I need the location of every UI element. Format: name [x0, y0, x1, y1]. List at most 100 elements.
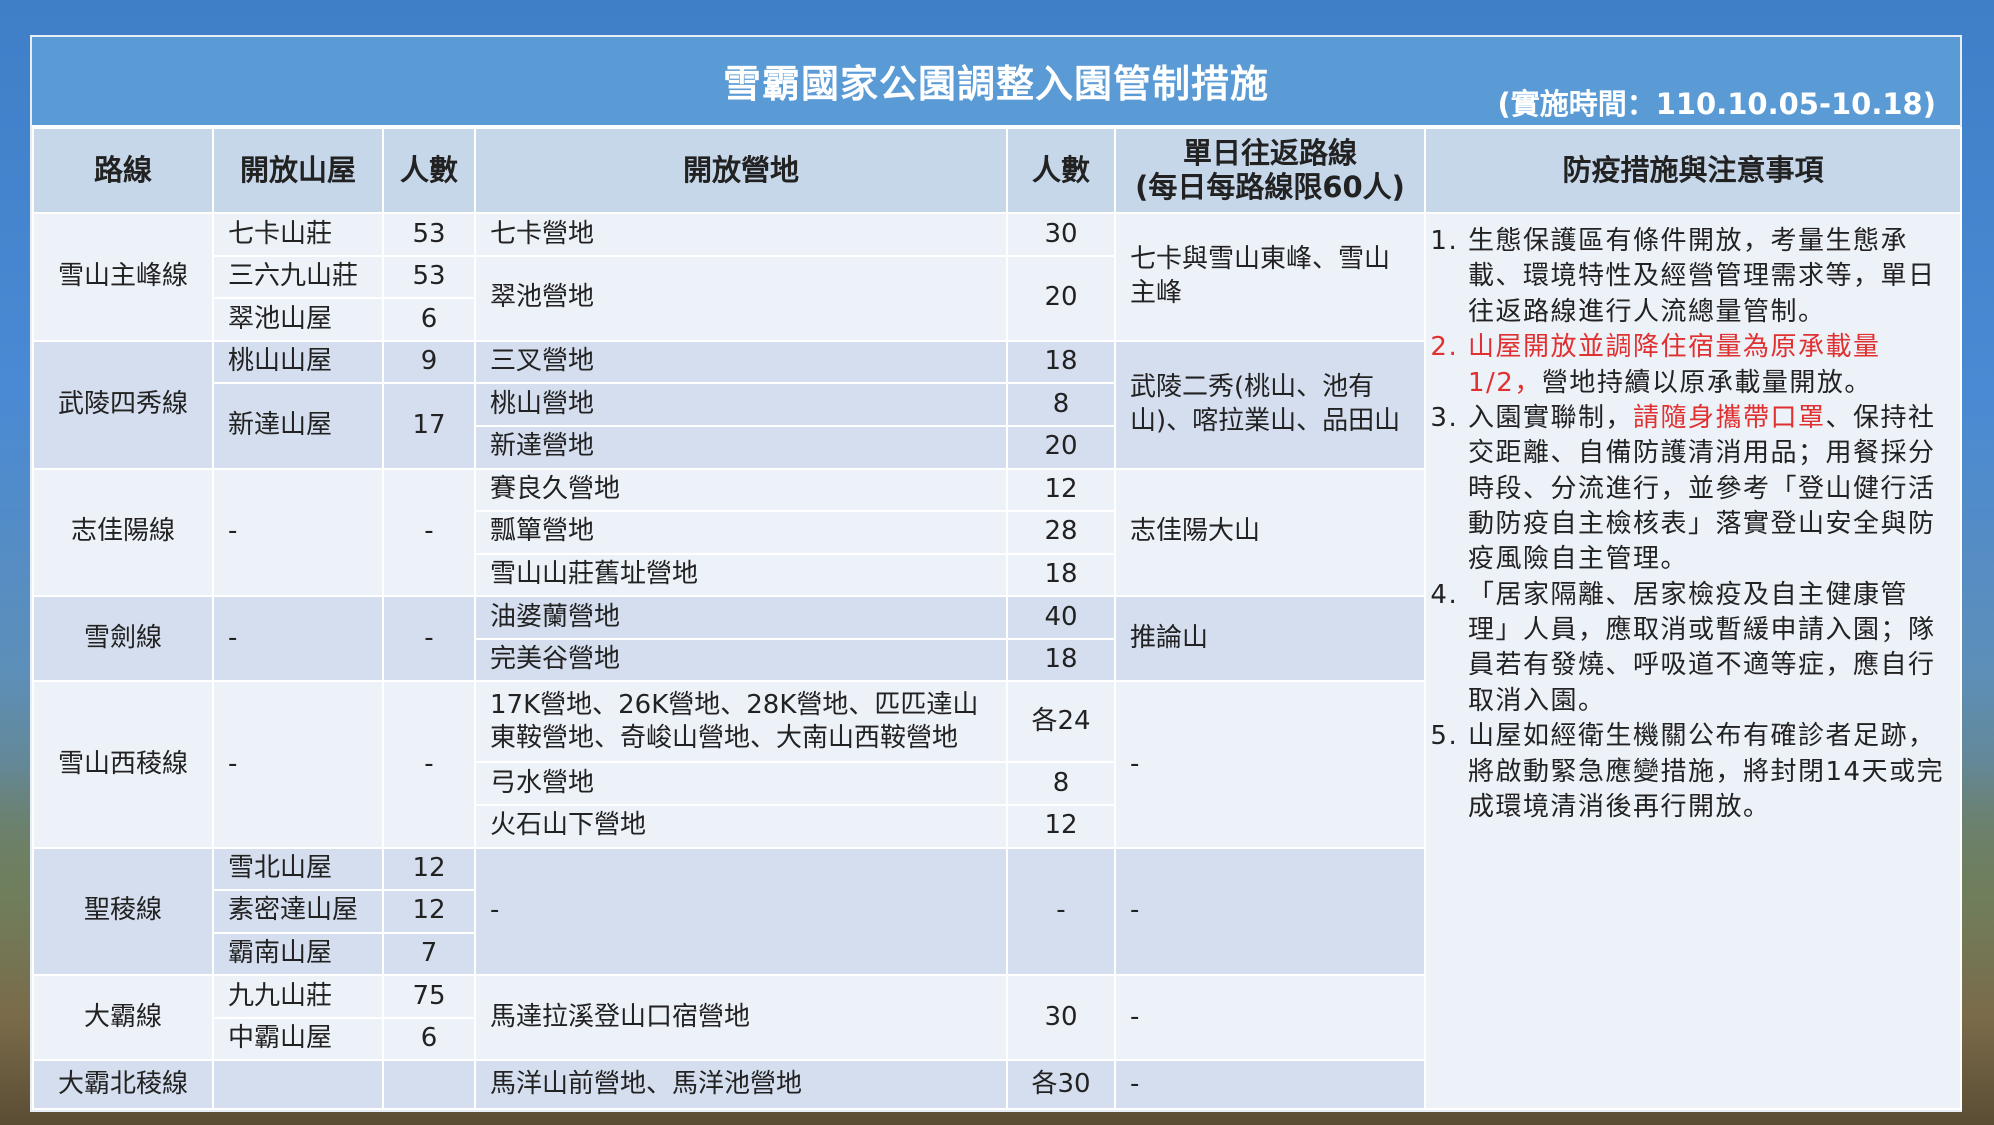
header-camp: 開放營地 — [474, 126, 1008, 215]
route-name: 雪山西稜線 — [32, 680, 214, 849]
camp-name: 新達營地 — [474, 424, 1008, 470]
camp-count: 8 — [1006, 382, 1116, 427]
camp-name: 馬達拉溪登山口宿營地 — [474, 974, 1008, 1062]
route-name: 大霸線 — [32, 974, 214, 1062]
day-trip: 武陵二秀(桃山、池有山)、喀拉業山、品田山 — [1114, 339, 1426, 470]
header-hut-count: 人數 — [382, 126, 476, 215]
note-text: 入園實聯制， — [1468, 402, 1634, 433]
header-route: 路線 — [32, 126, 214, 215]
table-row: 雪山主峰線 七卡山莊 53 七卡營地 30 七卡與雪山東峰、雪山主峰 生態保護區… — [32, 212, 1962, 1110]
day-trip: - — [1114, 680, 1426, 849]
hut-count: 75 — [382, 974, 476, 1019]
hut-name: 翠池山屋 — [212, 297, 384, 342]
header-day-trip-line1: 單日往返路線 — [1182, 136, 1357, 171]
hut-name: - — [212, 680, 384, 849]
hut-count: 6 — [382, 1016, 476, 1062]
hut-count: - — [382, 680, 476, 849]
camp-count: 12 — [1006, 803, 1116, 849]
day-trip: - — [1114, 1059, 1426, 1110]
header-day-trip-line2: (每日每路線限60人) — [1135, 169, 1405, 204]
route-name: 武陵四秀線 — [32, 339, 214, 470]
hut-name — [212, 1059, 384, 1110]
regulation-table: 路線 開放山屋 人數 開放營地 人數 單日往返路線 (每日每路線限60人) 防疫… — [32, 126, 1962, 1110]
camp-name: 完美谷營地 — [474, 637, 1008, 683]
note-text: 營地持續以原承載量開放。 — [1541, 367, 1872, 398]
camp-count: 20 — [1006, 254, 1116, 342]
hut-count: 6 — [382, 297, 476, 342]
day-trip: - — [1114, 974, 1426, 1062]
hut-name: 桃山山屋 — [212, 339, 384, 385]
notes-cell: 生態保護區有條件開放，考量生態承載、環境特性及經營管理需求等，單日往返路線進行人… — [1424, 212, 1962, 1110]
hut-count: 12 — [382, 889, 476, 934]
camp-count: 12 — [1006, 467, 1116, 513]
note-text: 生態保護區有條件開放，考量生態承載、環境特性及經營管理需求等，單日往返路線進行人… — [1468, 226, 1936, 327]
hut-count: - — [382, 595, 476, 683]
note-text: 「居家隔離、居家檢疫及自主健康管理」人員，應取消或暫緩申請入園；隊員若有發燒、呼… — [1468, 579, 1936, 716]
camp-name: 桃山營地 — [474, 382, 1008, 427]
hut-count: 17 — [382, 382, 476, 470]
camp-name: 翠池營地 — [474, 254, 1008, 342]
hut-name: 霸南山屋 — [212, 931, 384, 977]
camp-name: 17K營地、26K營地、28K營地、匹匹達山東鞍營地、奇峻山營地、大南山西鞍營地 — [474, 680, 1008, 764]
hut-name: 三六九山莊 — [212, 254, 384, 300]
hut-name: 素密達山屋 — [212, 889, 384, 934]
camp-count: 8 — [1006, 761, 1116, 806]
camp-name: 火石山下營地 — [474, 803, 1008, 849]
hut-name: - — [212, 467, 384, 598]
camp-name: 雪山山莊舊址營地 — [474, 552, 1008, 598]
note-item: 入園實聯制，請隨身攜帶口罩、保持社交距離、自備防護清消用品；用餐採分時段、分流進… — [1468, 401, 1948, 578]
camp-name: 七卡營地 — [474, 212, 1008, 257]
notice-panel: 雪霸國家公園調整入園管制措施 (實施時間：110.10.05-10.18) 路線… — [30, 35, 1962, 1112]
note-text: 山屋如經衛生機關公布有確診者足跡，將啟動緊急應變措施，將封閉14天或完成環境清消… — [1468, 721, 1945, 822]
camp-name: 油婆蘭營地 — [474, 595, 1008, 640]
camp-count: 20 — [1006, 424, 1116, 470]
hut-count: 7 — [382, 931, 476, 977]
route-name: 聖稜線 — [32, 846, 214, 977]
camp-count: 40 — [1006, 595, 1116, 640]
implementation-period: (實施時間：110.10.05-10.18) — [1497, 87, 1936, 121]
note-item: 「居家隔離、居家檢疫及自主健康管理」人員，應取消或暫緩申請入園；隊員若有發燒、呼… — [1468, 578, 1948, 719]
camp-count: 各24 — [1006, 680, 1116, 764]
hut-name: - — [212, 595, 384, 683]
hut-name: 中霸山屋 — [212, 1016, 384, 1062]
note-text-highlight: 請隨身攜帶口罩 — [1633, 402, 1826, 433]
camp-name: 瓢簞營地 — [474, 510, 1008, 555]
note-item: 山屋如經衛生機關公布有確診者足跡，將啟動緊急應變措施，將封閉14天或完成環境清消… — [1468, 719, 1948, 825]
hut-count: - — [382, 467, 476, 598]
camp-name: 三叉營地 — [474, 339, 1008, 385]
camp-count: 18 — [1006, 552, 1116, 598]
route-name: 大霸北稜線 — [32, 1059, 214, 1110]
route-name: 志佳陽線 — [32, 467, 214, 598]
camp-name: 弓水營地 — [474, 761, 1008, 806]
camp-count: - — [1006, 846, 1116, 977]
note-item: 生態保護區有條件開放，考量生態承載、環境特性及經營管理需求等，單日往返路線進行人… — [1468, 224, 1948, 330]
day-trip: - — [1114, 846, 1426, 977]
header-day-trip: 單日往返路線 (每日每路線限60人) — [1114, 126, 1426, 215]
hut-count: 53 — [382, 254, 476, 300]
hut-name: 七卡山莊 — [212, 212, 384, 257]
camp-name: - — [474, 846, 1008, 977]
camp-count: 各30 — [1006, 1059, 1116, 1110]
camp-name: 馬洋山前營地、馬洋池營地 — [474, 1059, 1008, 1110]
header-notes: 防疫措施與注意事項 — [1424, 126, 1962, 215]
route-name: 雪劍線 — [32, 595, 214, 683]
camp-count: 18 — [1006, 637, 1116, 683]
route-name: 雪山主峰線 — [32, 212, 214, 342]
header-hut: 開放山屋 — [212, 126, 384, 215]
hut-name: 九九山莊 — [212, 974, 384, 1019]
camp-count: 28 — [1006, 510, 1116, 555]
hut-name: 新達山屋 — [212, 382, 384, 470]
note-item: 山屋開放並調降住宿量為原承載量1/2，營地持續以原承載量開放。 — [1468, 330, 1948, 401]
header-camp-count: 人數 — [1006, 126, 1116, 215]
day-trip: 推論山 — [1114, 595, 1426, 683]
camp-count: 30 — [1006, 212, 1116, 257]
hut-count: 12 — [382, 846, 476, 892]
day-trip: 七卡與雪山東峰、雪山主峰 — [1114, 212, 1426, 342]
hut-count: 53 — [382, 212, 476, 257]
camp-count: 18 — [1006, 339, 1116, 385]
title-bar: 雪霸國家公園調整入園管制措施 (實施時間：110.10.05-10.18) — [32, 37, 1960, 125]
day-trip: 志佳陽大山 — [1114, 467, 1426, 598]
hut-count — [382, 1059, 476, 1110]
hut-count: 9 — [382, 339, 476, 385]
notes-list: 生態保護區有條件開放，考量生態承載、環境特性及經營管理需求等，單日往返路線進行人… — [1438, 224, 1948, 825]
